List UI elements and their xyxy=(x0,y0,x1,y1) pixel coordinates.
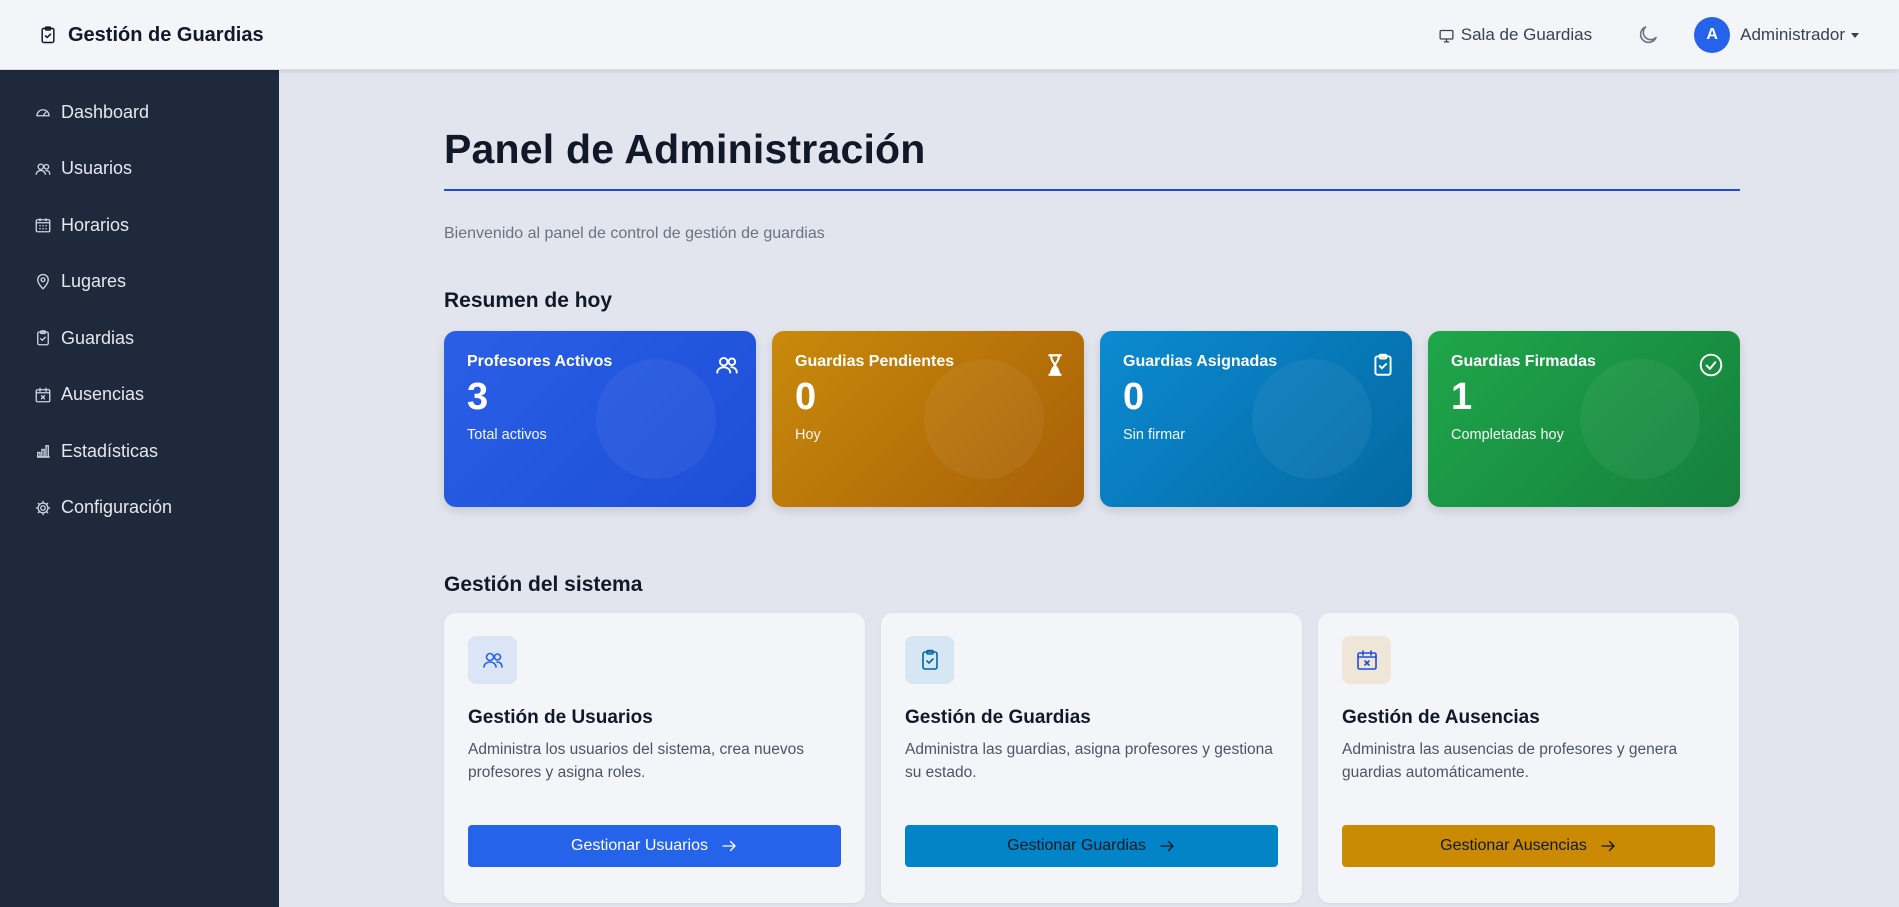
button-label: Gestionar Usuarios xyxy=(571,837,708,854)
card-gestion-ausencias: Gestión de Ausencias Administra las ause… xyxy=(1318,613,1739,903)
user-name: Administrador xyxy=(1740,25,1845,44)
stat-subtitle: Sin firmar xyxy=(1123,426,1186,443)
hourglass-icon xyxy=(1048,354,1062,376)
monitor-icon xyxy=(1439,29,1454,43)
users-icon xyxy=(35,163,51,175)
brand-link[interactable]: Gestión de Guardias xyxy=(38,0,264,70)
sidebar-item-configuracion[interactable]: Configuración xyxy=(0,480,279,537)
arrow-right-icon xyxy=(1601,840,1615,852)
gestionar-usuarios-button[interactable]: Gestionar Usuarios xyxy=(468,825,841,867)
brand-title: Gestión de Guardias xyxy=(68,23,264,46)
main-content: Panel de Administración Bienvenido al pa… xyxy=(444,70,1740,903)
gestionar-guardias-button[interactable]: Gestionar Guardias xyxy=(905,825,1278,867)
sidebar-item-usuarios[interactable]: Usuarios xyxy=(0,141,279,198)
sala-de-guardias-label: Sala de Guardias xyxy=(1460,25,1593,44)
sidebar-item-label: Guardias xyxy=(61,327,135,348)
card-title: Gestión de Ausencias xyxy=(1342,707,1540,728)
stat-subtitle: Completadas hoy xyxy=(1451,426,1564,443)
gear-icon xyxy=(35,500,51,515)
sala-de-guardias-link[interactable]: Sala de Guardias xyxy=(1438,25,1592,45)
caret-down-icon xyxy=(1851,32,1859,38)
sidebar-item-guardias[interactable]: Guardias xyxy=(0,310,279,367)
card-icon-box xyxy=(905,636,954,684)
card-description: Administra los usuarios del sistema, cre… xyxy=(468,741,804,781)
calendar-x-icon xyxy=(35,387,51,403)
card-icon-box xyxy=(468,636,517,684)
calendar-x-icon xyxy=(1356,650,1377,670)
card-gestion-usuarios: Gestión de Usuarios Administra los usuar… xyxy=(444,613,865,903)
management-cards: Gestión de Usuarios Administra los usuar… xyxy=(444,613,1740,903)
card-description: Administra las ausencias de profesores y… xyxy=(1342,741,1678,781)
button-label: Gestionar Ausencias xyxy=(1440,837,1587,854)
users-icon xyxy=(716,356,738,374)
clipboard-check-icon xyxy=(37,330,49,346)
stat-label: Guardias Pendientes xyxy=(795,353,955,370)
arrow-right-icon xyxy=(1160,840,1174,852)
stat-label: Guardias Asignadas xyxy=(1123,353,1278,370)
welcome-text: Bienvenido al panel de control de gestió… xyxy=(444,225,825,242)
map-pin-icon xyxy=(37,273,49,290)
card-description: Administra las guardias, asigna profesor… xyxy=(905,741,1273,781)
moon-icon[interactable] xyxy=(1636,23,1660,47)
resumen-heading: Resumen de hoy xyxy=(444,289,613,312)
sidebar: Dashboard Usuarios Horarios Lugares Guar… xyxy=(0,70,279,907)
card-icon-box xyxy=(1342,636,1391,684)
sidebar-item-dashboard[interactable]: Dashboard xyxy=(0,84,279,141)
speedometer-icon xyxy=(36,109,50,117)
stat-value: 0 xyxy=(795,376,817,418)
clipboard-check-icon xyxy=(41,26,55,44)
sidebar-item-label: Lugares xyxy=(61,271,127,292)
bar-chart-icon xyxy=(37,445,50,458)
sidebar-item-label: Dashboard xyxy=(61,101,150,122)
button-label: Gestionar Guardias xyxy=(1007,837,1146,854)
check-circle-icon xyxy=(1699,353,1723,377)
sidebar-item-horarios[interactable]: Horarios xyxy=(0,197,279,254)
stat-card-guardias-pendientes: Guardias Pendientes 0 Hoy xyxy=(772,331,1084,507)
clipboard-check-icon xyxy=(1374,353,1392,376)
stat-subtitle: Hoy xyxy=(795,426,821,443)
card-title: Gestión de Guardias xyxy=(905,707,1091,728)
sidebar-item-label: Estadísticas xyxy=(61,440,159,461)
sidebar-item-label: Configuración xyxy=(61,497,173,518)
sidebar-item-label: Ausencias xyxy=(61,384,145,405)
sidebar-item-lugares[interactable]: Lugares xyxy=(0,254,279,311)
sidebar-item-label: Usuarios xyxy=(61,158,133,179)
gestionar-ausencias-button[interactable]: Gestionar Ausencias xyxy=(1342,825,1715,867)
page-title: Panel de Administración xyxy=(444,126,1740,191)
stat-card-guardias-firmadas: Guardias Firmadas 1 Completadas hoy xyxy=(1428,331,1740,507)
stats-row: Profesores Activos 3 Total activos Guard… xyxy=(444,331,1740,507)
card-gestion-guardias: Gestión de Guardias Administra las guard… xyxy=(881,613,1302,903)
calendar-grid-icon xyxy=(35,218,51,233)
stat-label: Guardias Firmadas xyxy=(1451,353,1596,370)
user-menu-dropdown[interactable]: A Administrador xyxy=(1694,17,1859,53)
stat-label: Profesores Activos xyxy=(467,353,613,370)
clipboard-check-icon xyxy=(921,649,938,670)
sidebar-item-estadisticas[interactable]: Estadísticas xyxy=(0,423,279,480)
stat-value: 0 xyxy=(1123,376,1145,418)
stat-subtitle: Total activos xyxy=(467,426,547,443)
sidebar-item-label: Horarios xyxy=(61,214,130,235)
arrow-right-icon xyxy=(722,840,736,852)
users-icon xyxy=(482,652,503,668)
avatar: A xyxy=(1694,17,1731,53)
stat-value: 1 xyxy=(1451,376,1473,418)
stat-card-guardias-asignadas: Guardias Asignadas 0 Sin firmar xyxy=(1100,331,1412,507)
sidebar-item-ausencias[interactable]: Ausencias xyxy=(0,367,279,424)
card-title: Gestión de Usuarios xyxy=(468,707,653,728)
stat-card-profesores-activos: Profesores Activos 3 Total activos xyxy=(444,331,756,507)
gestion-heading: Gestión del sistema xyxy=(444,573,643,596)
top-navbar: Gestión de Guardias Sala de Guardias A A… xyxy=(0,0,1899,70)
stat-value: 3 xyxy=(467,376,489,418)
